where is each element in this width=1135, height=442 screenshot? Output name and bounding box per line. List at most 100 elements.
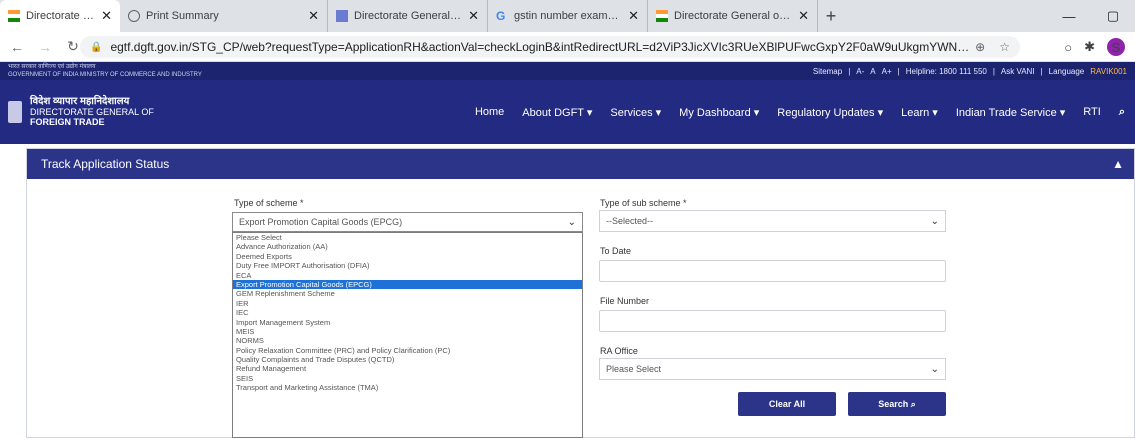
- sitemap-link[interactable]: Sitemap: [813, 67, 842, 76]
- dropdown-option[interactable]: IER: [233, 299, 582, 308]
- menu-rti[interactable]: RTI: [1083, 106, 1101, 118]
- sub-scheme-selected-value: --Selected--: [606, 216, 654, 226]
- font-decrease-link[interactable]: A-: [856, 67, 864, 76]
- dropdown-option[interactable]: Import Management System: [233, 318, 582, 327]
- profile-avatar[interactable]: S: [1107, 38, 1125, 56]
- national-emblem-icon: [8, 101, 22, 123]
- site-navbar: विदेश व्यापार महानिदेशालय DIRECTORATE GE…: [0, 80, 1135, 144]
- tab-dgft-2[interactable]: Directorate General of Foreign ✕: [328, 0, 488, 32]
- menu-label: Indian Trade Service: [955, 106, 1057, 119]
- menu-home[interactable]: Home: [475, 106, 504, 118]
- separator: |: [1040, 66, 1043, 76]
- search-button[interactable]: Search ⌕: [848, 392, 946, 416]
- dropdown-option[interactable]: Advance Authorization (AA): [233, 242, 582, 251]
- minimize-icon[interactable]: —: [1047, 0, 1091, 32]
- menu-label: My Dashboard: [679, 106, 751, 119]
- zoom-icon[interactable]: ⊕: [975, 40, 985, 54]
- brand-hindi: विदेश व्यापार महानिदेशालय: [30, 96, 130, 107]
- close-tab-icon[interactable]: ✕: [628, 8, 639, 24]
- tab-print-summary[interactable]: Print Summary ✕: [120, 0, 328, 32]
- globe-icon: [128, 10, 140, 22]
- dgft-brand[interactable]: विदेश व्यापार महानिदेशालय DIRECTORATE GE…: [30, 96, 154, 128]
- close-tab-icon[interactable]: ✕: [101, 8, 112, 24]
- panel-title: Track Application Status: [41, 157, 170, 171]
- dropdown-option[interactable]: MEIS: [233, 327, 582, 336]
- dropdown-option[interactable]: Duty Free IMPORT Authorisation (DFIA): [233, 261, 582, 270]
- to-date-input[interactable]: [599, 260, 946, 282]
- menu-about[interactable]: About DGFT ▾: [522, 106, 592, 119]
- tab-title: Print Summary: [146, 10, 219, 22]
- menu-learn[interactable]: Learn ▾: [901, 106, 938, 119]
- dropdown-option[interactable]: Please Select: [233, 233, 582, 242]
- window-controls: — ▢: [1047, 0, 1135, 32]
- dropdown-option[interactable]: GEM Replenishment Scheme: [233, 289, 582, 298]
- brand-line1: DIRECTORATE GENERAL OF: [30, 107, 154, 117]
- forward-icon[interactable]: →: [34, 39, 56, 55]
- address-bar[interactable]: 🔒 egtf.dgft.gov.in/STG_CP/web?requestTyp…: [80, 36, 1020, 58]
- tab-google[interactable]: G gstin number example - Googl ✕: [488, 0, 648, 32]
- tab-dgft-3[interactable]: Directorate General of Foreign ✕: [648, 0, 818, 32]
- file-number-label: File Number: [600, 296, 650, 306]
- helpline-text: Helpline: 1800 111 550: [905, 66, 987, 76]
- dropdown-option[interactable]: Policy Relaxation Committee (PRC) and Po…: [233, 346, 582, 355]
- close-tab-icon[interactable]: ✕: [308, 8, 319, 24]
- menu-label: Services: [610, 106, 653, 119]
- tab-title: gstin number example - Googl: [514, 10, 623, 22]
- ask-vani-link[interactable]: Ask VANI: [1001, 67, 1035, 76]
- dropdown-option[interactable]: Quality Complaints and Trade Disputes (Q…: [233, 355, 582, 364]
- dropdown-option[interactable]: Refund Management: [233, 364, 582, 373]
- new-tab-button[interactable]: +: [818, 0, 844, 32]
- dgft-flag-icon: [656, 10, 668, 22]
- url-text: egtf.dgft.gov.in/STG_CP/web?requestType=…: [110, 40, 976, 54]
- sub-scheme-select[interactable]: --Selected-- ⌄: [599, 210, 946, 232]
- to-date-label: To Date: [600, 246, 632, 256]
- close-tab-icon[interactable]: ✕: [798, 8, 809, 24]
- brand-line2: FOREIGN TRADE: [30, 117, 105, 127]
- gov-top-strip: भारत सरकार वाणिज्य एवं उद्योग मंत्रालय G…: [0, 62, 1135, 80]
- main-menu: Home About DGFT ▾ Services ▾ My Dashboar…: [475, 80, 1125, 144]
- separator: |: [992, 66, 995, 76]
- ministry-hindi: भारत सरकार वाणिज्य एवं उद्योग मंत्रालय: [8, 64, 96, 70]
- sub-scheme-label: Type of sub scheme *: [600, 198, 687, 208]
- opera-extension-icon[interactable]: ○: [1064, 40, 1072, 55]
- scheme-select[interactable]: Export Promotion Capital Goods (EPCG) ⌄: [232, 212, 583, 232]
- dgft-flag-icon: [336, 10, 348, 22]
- panel-header[interactable]: Track Application Status ▲: [27, 149, 1134, 179]
- dropdown-option[interactable]: IEC: [233, 308, 582, 317]
- collapse-chevron-icon[interactable]: ▲: [1112, 157, 1124, 171]
- search-icon[interactable]: ⌕: [1119, 106, 1125, 119]
- clear-all-button[interactable]: Clear All: [738, 392, 836, 416]
- menu-services[interactable]: Services ▾: [610, 106, 661, 119]
- close-tab-icon[interactable]: ✕: [468, 8, 479, 24]
- search-icon: ⌕: [910, 398, 916, 409]
- dropdown-option[interactable]: Deemed Exports: [233, 252, 582, 261]
- tab-title: Directorate General of Foreign: [26, 10, 95, 22]
- file-number-input[interactable]: [599, 310, 946, 332]
- dropdown-option[interactable]: Transport and Marketing Assistance (TMA): [233, 383, 582, 392]
- back-icon[interactable]: ←: [6, 39, 28, 55]
- menu-dashboard[interactable]: My Dashboard ▾: [679, 106, 759, 119]
- font-increase-link[interactable]: A+: [882, 67, 892, 76]
- browser-toolbar: ← → ↻ 🔒 egtf.dgft.gov.in/STG_CP/web?requ…: [0, 32, 1135, 62]
- extensions-area: ○ ✱ S: [1064, 37, 1125, 57]
- dropdown-option[interactable]: SEIS: [233, 374, 582, 383]
- chevron-down-icon: ⌄: [930, 215, 939, 227]
- utility-links: Sitemap | A- A A+ | Helpline: 1800 111 550…: [813, 67, 1127, 76]
- bookmark-star-icon[interactable]: ☆: [999, 40, 1010, 54]
- menu-regulatory[interactable]: Regulatory Updates ▾: [777, 106, 883, 119]
- puzzle-extension-icon[interactable]: ✱: [1084, 39, 1095, 55]
- menu-label: About DGFT: [522, 106, 584, 119]
- language-link[interactable]: Language: [1049, 67, 1085, 76]
- tab-title: Directorate General of Foreign: [674, 10, 792, 22]
- user-link[interactable]: RAVIK001: [1090, 67, 1127, 76]
- font-normal-link[interactable]: A: [870, 67, 875, 76]
- dropdown-option[interactable]: ECA: [233, 271, 582, 280]
- tab-dgft-1[interactable]: Directorate General of Foreign ✕: [0, 0, 120, 32]
- menu-trade-service[interactable]: Indian Trade Service ▾: [956, 106, 1065, 119]
- dropdown-option[interactable]: Export Promotion Capital Goods (EPCG): [233, 279, 582, 290]
- dropdown-option[interactable]: NORMS: [233, 336, 582, 345]
- chevron-down-icon: ⌄: [930, 363, 939, 375]
- ra-office-select[interactable]: Please Select ⌄: [599, 358, 946, 380]
- search-button-label: Search: [878, 399, 909, 409]
- maximize-icon[interactable]: ▢: [1091, 0, 1135, 32]
